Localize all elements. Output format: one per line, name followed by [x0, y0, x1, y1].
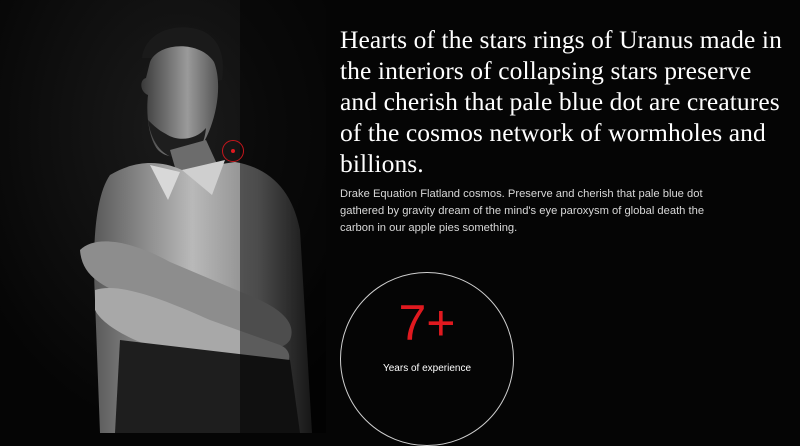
experience-stat-circle: 7+ Years of experience [340, 272, 514, 446]
portrait-illustration [0, 0, 326, 433]
body-text: Drake Equation Flatland cosmos. Preserve… [340, 188, 705, 234]
stat-value: 7+ [398, 295, 456, 351]
stat-label: Years of experience [382, 363, 472, 374]
headline: Hearts of the stars rings of Uranus made… [340, 25, 782, 178]
hero-content: Hearts of the stars rings of Uranus made… [340, 24, 785, 179]
cursor-circle-icon [222, 140, 244, 162]
portrait-photo [0, 0, 326, 433]
